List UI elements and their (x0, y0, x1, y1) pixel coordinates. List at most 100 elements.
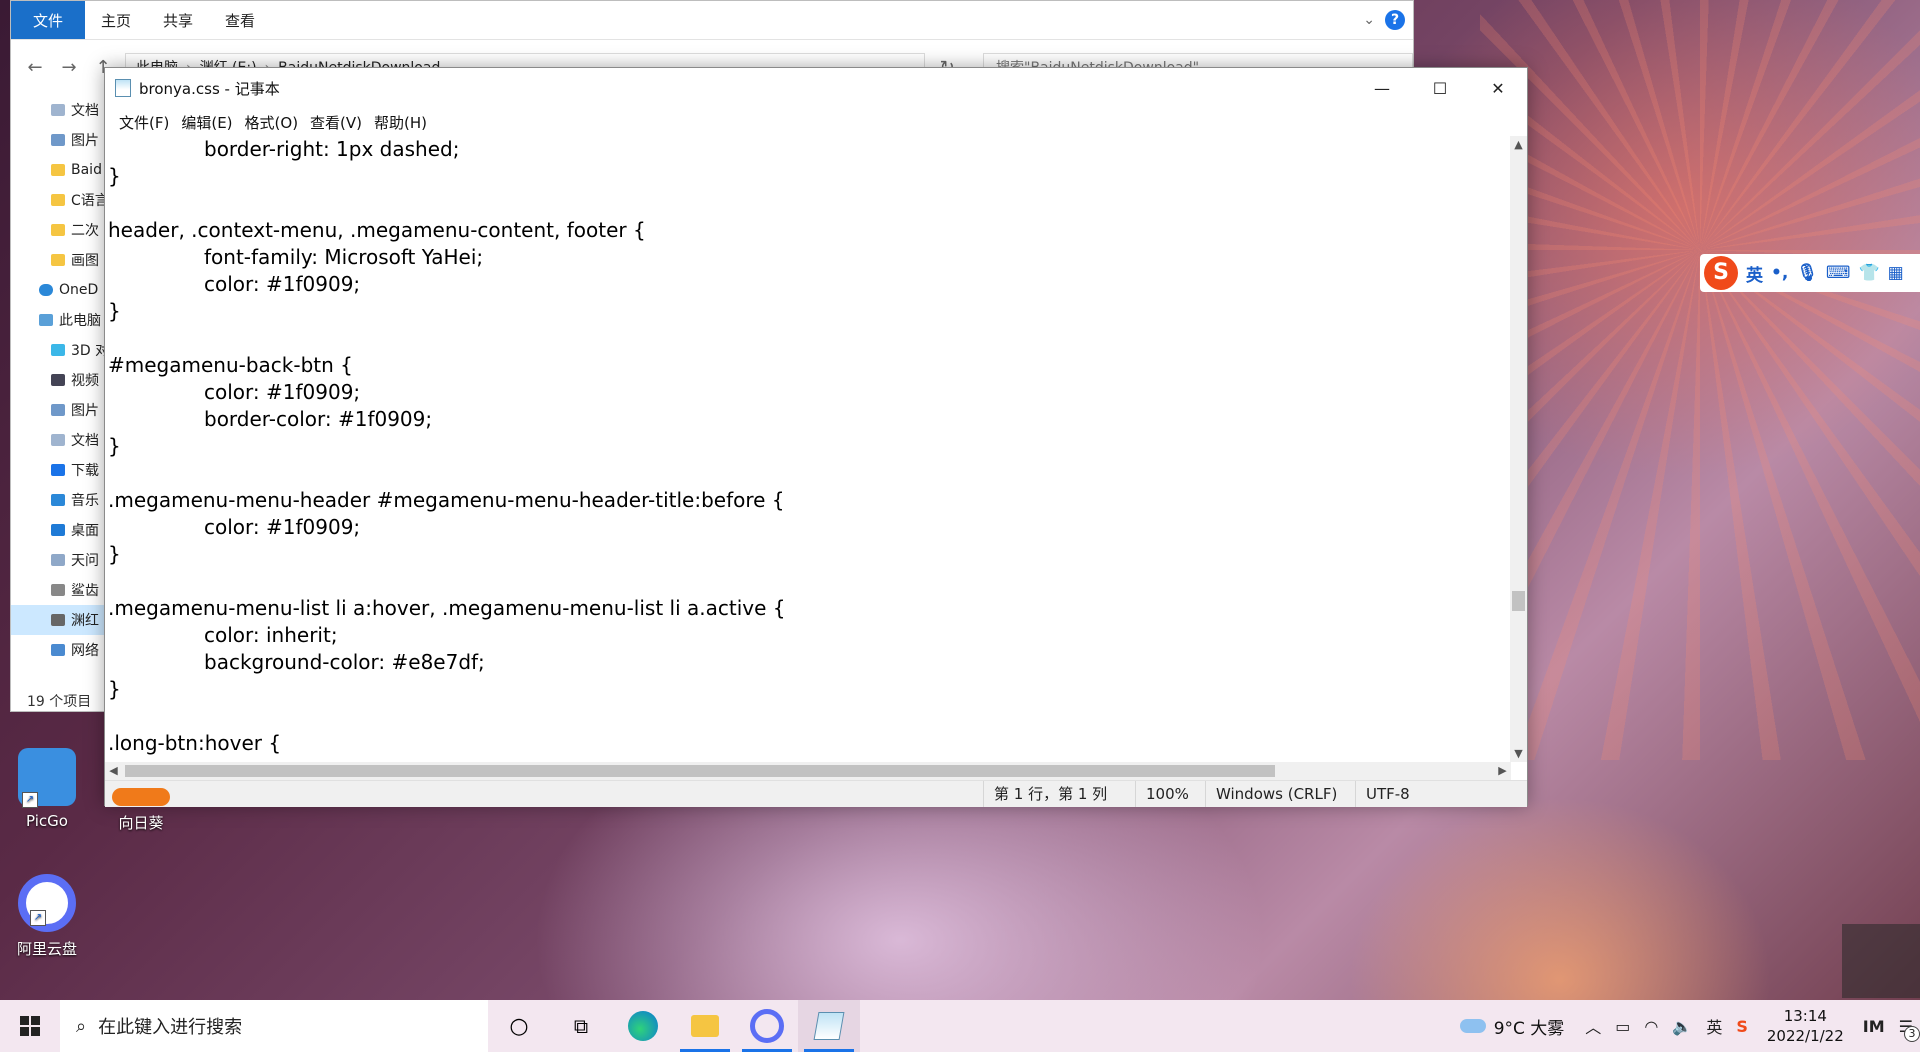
sidebar-item-network[interactable]: 网络 (11, 635, 107, 665)
sidebar-item-music[interactable]: 音乐 (11, 485, 107, 515)
close-button[interactable]: ✕ (1469, 68, 1527, 108)
sidebar-item-documents-pc[interactable]: 文档 (11, 425, 107, 455)
keyboard-icon[interactable]: ⌨ (1826, 263, 1851, 283)
notification-center-icon[interactable]: ☰ 3 (1892, 1017, 1920, 1042)
code-line: border-right: 1px dashed; (204, 137, 460, 161)
desktop-icon-aliyunpan[interactable]: ↗ 阿里云盘 (2, 874, 92, 959)
taskbar-app-edge[interactable] (612, 1000, 674, 1052)
code-line: } (108, 164, 121, 188)
ribbon-expand-icon[interactable]: ⌄ (1363, 12, 1375, 28)
taskbar-app-explorer[interactable] (674, 1000, 736, 1052)
sidebar-item-this-pc[interactable]: 此电脑 (11, 305, 107, 335)
app-tray-icon[interactable]: IM (1856, 1017, 1892, 1036)
code-line: header, .context-menu, .megamenu-content… (108, 218, 646, 242)
sidebar-item-videos[interactable]: 视频 (11, 365, 107, 395)
taskbar-app-notepad[interactable] (798, 1000, 860, 1052)
skin-icon[interactable]: 👕 (1858, 263, 1879, 283)
sidebar-item-erci[interactable]: 二次 (11, 215, 107, 245)
notepad-window[interactable]: bronya.css - 记事本 — ☐ ✕ 文件(F) 编辑(E) 格式(O)… (104, 67, 1528, 807)
windows-logo-icon (20, 1016, 40, 1036)
menu-help[interactable]: 帮助(H) (368, 112, 433, 133)
wifi-icon[interactable]: ◠ (1637, 1017, 1665, 1036)
sidebar-item-onedrive[interactable]: OneD (11, 275, 107, 305)
ime-language-toggle[interactable]: 英 (1746, 261, 1763, 286)
drive-icon (51, 614, 65, 626)
sidebar-item-c-lang[interactable]: C语言 (11, 185, 107, 215)
horizontal-scroll-thumb[interactable] (125, 765, 1275, 777)
menu-file[interactable]: 文件(F) (113, 112, 175, 133)
window-title: bronya.css - 记事本 (139, 79, 280, 98)
sidebar-item-desktop[interactable]: 桌面 (11, 515, 107, 545)
sidebar-item-pictures-pc[interactable]: 图片 (11, 395, 107, 425)
status-bar: 第 1 行，第 1 列 100% Windows (CRLF) UTF-8 (105, 780, 1527, 807)
cortana-button[interactable]: ○ (488, 1000, 550, 1052)
vertical-scroll-thumb[interactable] (1512, 591, 1525, 611)
back-arrow-icon[interactable]: ← (23, 57, 47, 78)
code-line: .megamenu-menu-list li a:hover, .megamen… (108, 596, 786, 620)
clock[interactable]: 13:14 2022/1/22 (1755, 1006, 1856, 1046)
desktop-icon (51, 524, 65, 536)
code-line: .megamenu-menu-header #megamenu-menu-hea… (108, 488, 785, 512)
sidebar-item-shachi[interactable]: 鲨齿 (11, 575, 107, 605)
text-editor-area[interactable]: border-right: 1px dashed;} header, .conte… (105, 136, 1511, 762)
item-count: 19 个项目 (27, 694, 92, 710)
scroll-up-icon[interactable]: ▲ (1510, 136, 1527, 153)
volume-icon[interactable]: 🔈 (1665, 1017, 1699, 1036)
cube-icon (51, 344, 65, 356)
sidebar-item-paint[interactable]: 画图 (11, 245, 107, 275)
scroll-down-icon[interactable]: ▼ (1510, 745, 1527, 762)
menu-edit[interactable]: 编辑(E) (175, 112, 238, 133)
battery-icon[interactable]: ▭ (1608, 1017, 1637, 1036)
code-line: color: #1f0909; (204, 515, 361, 539)
code-line: border-color: #1f0909; (204, 407, 433, 431)
scroll-right-icon[interactable]: ▶ (1494, 762, 1511, 780)
tab-file[interactable]: 文件 (11, 1, 86, 39)
system-tray: 9°C 大雾 ︿ ▭ ◠ 🔈 英 S 13:14 2022/1/22 IM ☰ 3 (1446, 1000, 1920, 1052)
maximize-button[interactable]: ☐ (1411, 68, 1469, 108)
code-line: } (108, 299, 121, 323)
chevron-up-icon[interactable]: ︿ (1578, 1014, 1608, 1038)
sogou-logo-icon[interactable]: S (1704, 256, 1738, 290)
sidebar-item-pictures[interactable]: 图片 (11, 125, 107, 155)
sogou-tray-icon[interactable]: S (1729, 1017, 1755, 1036)
minimize-button[interactable]: — (1353, 68, 1411, 108)
document-icon (51, 434, 65, 446)
forward-arrow-icon[interactable]: → (57, 57, 81, 78)
start-button[interactable] (0, 1000, 60, 1052)
cursor-position: 第 1 行，第 1 列 (983, 781, 1135, 807)
title-bar[interactable]: bronya.css - 记事本 — ☐ ✕ (105, 68, 1527, 108)
punctuation-icon[interactable]: •, (1771, 263, 1788, 283)
taskbar-app-aliyunpan[interactable] (736, 1000, 798, 1052)
vertical-scrollbar[interactable]: ▲ ▼ (1510, 136, 1527, 762)
navigation-pane: 文档 图片 Baid C语言 二次 画图 OneD 此电脑 3D 对 视频 图片… (11, 95, 107, 665)
folder-icon (51, 164, 65, 176)
menu-format[interactable]: 格式(O) (239, 112, 305, 133)
sidebar-item-3d-objects[interactable]: 3D 对 (11, 335, 107, 365)
desktop-icon-sunlogin[interactable]: 向日葵 (96, 748, 186, 833)
floating-widget[interactable] (1842, 924, 1920, 998)
microphone-icon[interactable]: 🎙 (1796, 263, 1818, 283)
toolbox-icon[interactable]: ▦ (1888, 263, 1904, 283)
sidebar-item-downloads[interactable]: 下载 (11, 455, 107, 485)
task-view-button[interactable]: ⧉ (550, 1000, 612, 1052)
sunlogin-icon (112, 788, 170, 806)
help-icon[interactable]: ? (1385, 10, 1405, 30)
desktop-icon-picgo[interactable]: ↗ PicGo (2, 748, 92, 830)
taskbar-search-input[interactable]: ⌕ 在此键入进行搜索 (60, 1000, 488, 1052)
task-view-icon: ⧉ (573, 1014, 589, 1038)
tab-home[interactable]: 主页 (85, 1, 147, 39)
ime-mode-icon[interactable]: 英 (1699, 1014, 1729, 1038)
sidebar-item-yuanhong[interactable]: 渊红 (11, 605, 107, 635)
code-line: background-color: #e8e7df; (204, 650, 485, 674)
tab-share[interactable]: 共享 (147, 1, 209, 39)
menu-view[interactable]: 查看(V) (304, 112, 368, 133)
sidebar-item-baidu[interactable]: Baid (11, 155, 107, 185)
ime-toolbar[interactable]: S 英 •, 🎙 ⌨ 👕 ▦ (1700, 254, 1920, 292)
sidebar-item-tianwen[interactable]: 天问 (11, 545, 107, 575)
horizontal-scrollbar[interactable]: ◀ ▶ (105, 762, 1511, 780)
weather-widget[interactable]: 9°C 大雾 (1446, 1014, 1579, 1039)
sidebar-item-documents[interactable]: 文档 (11, 95, 107, 125)
tab-view[interactable]: 查看 (209, 1, 271, 39)
network-icon (51, 644, 65, 656)
